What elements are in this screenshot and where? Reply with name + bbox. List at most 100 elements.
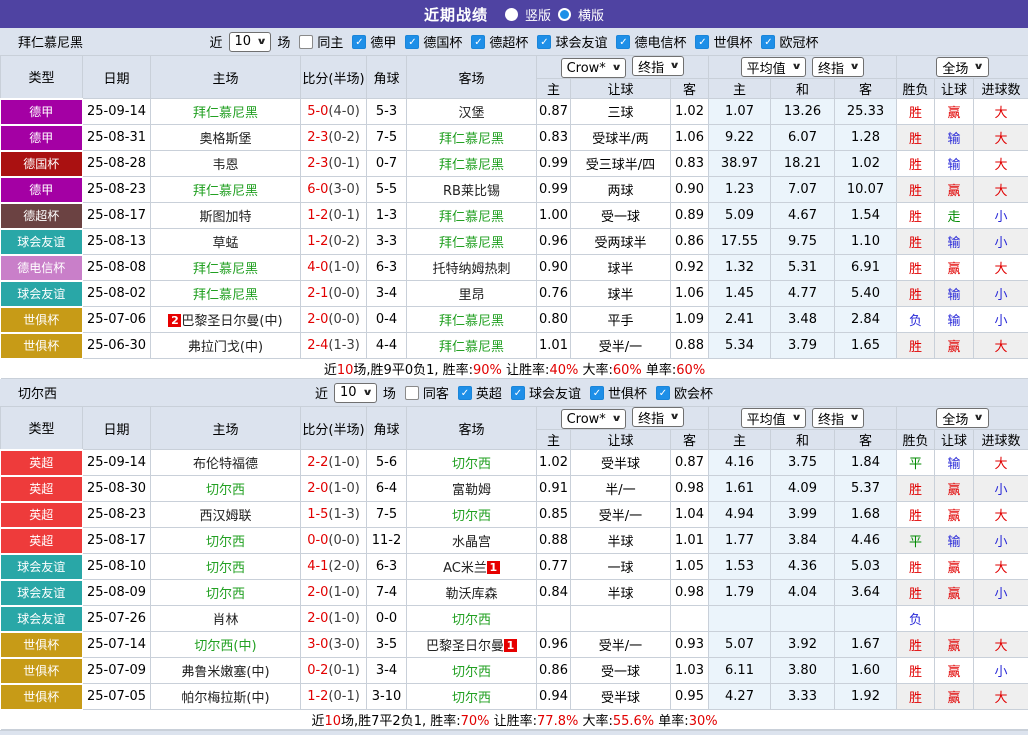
summary-segment: 场,胜9平0负1, 胜率: [353,363,473,378]
result-outcome: 胜 [897,125,935,151]
avg-home: 1.07 [709,99,771,125]
handicap-line: 球半 [571,281,671,307]
checkbox-checked[interactable]: ✓ [471,35,485,49]
checkbox-checked[interactable]: ✓ [511,386,525,400]
avg-home: 5.34 [709,333,771,359]
avg-draw: 4.36 [771,554,835,580]
odds-away: 0.87 [671,450,709,476]
home-team-name: 弗鲁米嫩塞(中) [181,665,269,680]
column-subheader: 客 [835,79,897,99]
half-score: (1-0) [328,611,359,626]
chevron-down-icon: ∨ [669,61,680,71]
checkbox-unchecked[interactable] [405,386,419,400]
result-goals: 大 [974,99,1028,125]
avg-home: 38.97 [709,151,771,177]
recent-count-select[interactable]: 10∨ [334,383,377,403]
score: 3-0(3-0) [301,632,367,658]
checkbox-checked[interactable]: ✓ [616,35,630,49]
away-team: 富勒姆 [407,476,537,502]
avg-home: 1.61 [709,476,771,502]
average-ref-select[interactable]: 终指∨ [812,408,864,428]
odds-ref-select[interactable]: 终指∨ [632,407,684,427]
match-row: 世俱杯25-07-14切尔西(中)3-0(3-0)3-5巴黎圣日尔曼10.96受… [1,632,1028,658]
odds-source-select[interactable]: Crow*∨ [561,409,627,429]
odds-home: 1.02 [537,450,571,476]
checkbox-checked[interactable]: ✓ [656,386,670,400]
corner-count: 7-4 [367,580,407,606]
column-header: 类型 [1,56,83,99]
average-select[interactable]: 平均值∨ [741,408,806,428]
horizontal-layout-label[interactable]: 横版 [578,5,604,24]
home-team: 肖林 [151,606,301,632]
checkbox-checked[interactable]: ✓ [761,35,775,49]
home-team: 切尔西 [151,476,301,502]
score: 2-0(0-0) [301,307,367,333]
home-team-name: 切尔西 [206,535,245,550]
checkbox-checked[interactable]: ✓ [590,386,604,400]
result-goals: 大 [974,632,1028,658]
horizontal-layout-radio[interactable] [558,8,571,21]
home-team-name: 帕尔梅拉斯(中) [181,691,269,706]
summary-row: 近10场,胜7平2负1, 胜率:70% 让胜率:77.8% 大率:55.6% 单… [1,710,1028,730]
away-team-name: 巴黎圣日尔曼 [426,639,504,654]
home-team: 切尔西(中) [151,632,301,658]
league-filter-label: 世俱杯 [608,383,647,402]
recent-count-select[interactable]: 10∨ [229,32,272,52]
checkbox-checked[interactable]: ✓ [352,35,366,49]
home-team: 布伦特福德 [151,450,301,476]
vertical-layout-radio[interactable] [505,8,518,21]
score: 4-1(2-0) [301,554,367,580]
vertical-layout-label[interactable]: 竖版 [525,5,551,24]
home-team: 切尔西 [151,580,301,606]
checkbox-checked[interactable]: ✓ [458,386,472,400]
avg-draw: 18.21 [771,151,835,177]
away-team: 拜仁慕尼黑 [407,307,537,333]
match-date: 25-07-09 [83,658,151,684]
games-label: 场 [383,383,396,402]
avg-home: 1.45 [709,281,771,307]
header-row-top: 类型日期主场比分(半场)角球客场Crow*∨终指∨平均值∨终指∨全场∨ [1,407,1028,430]
avg-away: 1.84 [835,450,897,476]
odds-home: 0.99 [537,177,571,203]
match-date: 25-08-23 [83,177,151,203]
same-venue-label: 同主 [317,32,343,51]
avg-away: 1.65 [835,333,897,359]
summary-segment: 77.8% [537,714,578,729]
scope-dropdown-group: 全场∨ [897,407,1028,430]
checkbox-unchecked[interactable] [299,35,313,49]
odds-source-select[interactable]: Crow*∨ [561,58,627,78]
scope-select[interactable]: 全场∨ [936,57,988,77]
average-ref-select[interactable]: 终指∨ [812,57,864,77]
away-team-name: 里昂 [458,288,484,303]
checkbox-checked[interactable]: ✓ [537,35,551,49]
avg-home: 4.94 [709,502,771,528]
average-select[interactable]: 平均值∨ [741,57,806,77]
odds-home: 0.94 [537,684,571,710]
checkbox-checked[interactable]: ✓ [405,35,419,49]
odds-away: 1.02 [671,99,709,125]
half-score: (0-0) [328,312,359,327]
half-score: (0-0) [328,286,359,301]
result-goals: 大 [974,554,1028,580]
away-team-name: 拜仁慕尼黑 [439,340,504,355]
match-date: 25-09-14 [83,99,151,125]
league-badge: 英超 [1,528,83,554]
checkbox-checked[interactable]: ✓ [695,35,709,49]
result-outcome: 胜 [897,658,935,684]
scope-select[interactable]: 全场∨ [936,408,988,428]
match-row: 球会友谊25-08-10切尔西4-1(2-0)6-3AC米兰10.77一球1.0… [1,554,1028,580]
half-score: (2-0) [328,559,359,574]
handicap-line [571,606,671,632]
summary-line: 近10场,胜9平0负1, 胜率:90% 让胜率:40% 大率:60% 单率:60… [1,359,1028,379]
away-team: 切尔西 [407,502,537,528]
column-subheader: 主 [709,79,771,99]
league-badge: 球会友谊 [1,580,83,606]
home-team: 弗鲁米嫩塞(中) [151,658,301,684]
result-outcome: 平 [897,528,935,554]
avg-home: 1.77 [709,528,771,554]
odds-ref-select[interactable]: 终指∨ [632,56,684,76]
half-score: (1-3) [328,507,359,522]
odds-ref-select-value: 终指 [638,408,664,427]
away-team-name: 拜仁慕尼黑 [439,210,504,225]
score: 2-3(0-2) [301,125,367,151]
